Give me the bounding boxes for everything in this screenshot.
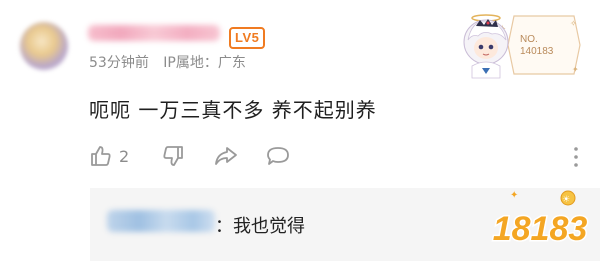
svg-text:✦: ✦ <box>510 190 518 201</box>
comment-text: 呃呃 一万三真不多 养不起别养 <box>89 98 377 122</box>
fan-badge-number-value: 140183 <box>520 46 554 57</box>
svg-text:☀: ☀ <box>562 195 570 205</box>
svg-text:✦: ✦ <box>572 65 579 74</box>
like-count: 2 <box>119 146 130 166</box>
ip-location: IP属地：广东 <box>163 55 246 71</box>
reply-button[interactable] <box>265 143 291 169</box>
avatar[interactable] <box>20 22 68 70</box>
fan-badge-number: NO. 140183 <box>520 34 553 58</box>
more-options-icon[interactable] <box>571 146 581 168</box>
reply-username-blurred[interactable] <box>107 210 215 232</box>
username-blurred[interactable] <box>88 25 220 41</box>
thumbs-up-icon <box>91 146 111 166</box>
reply-text: ：我也觉得 <box>215 216 305 237</box>
comment-meta: 53分钟前 IP属地：广东 <box>89 52 256 72</box>
share-button[interactable] <box>213 143 239 169</box>
share-icon <box>215 147 237 165</box>
fan-badge-number-label: NO. <box>520 34 538 45</box>
comment-time: 53分钟前 <box>89 55 149 71</box>
svg-text:✧: ✧ <box>570 19 577 28</box>
like-button[interactable]: 2 <box>89 143 129 169</box>
comment-bubble-icon <box>267 147 289 165</box>
site-watermark-logo: ☀ ✦ 18183 <box>491 190 589 250</box>
watermark-text: 18183 <box>493 210 588 248</box>
dislike-button[interactable] <box>161 143 185 169</box>
thumbs-down-icon <box>163 146 183 166</box>
level-badge: LV5 <box>229 27 266 49</box>
